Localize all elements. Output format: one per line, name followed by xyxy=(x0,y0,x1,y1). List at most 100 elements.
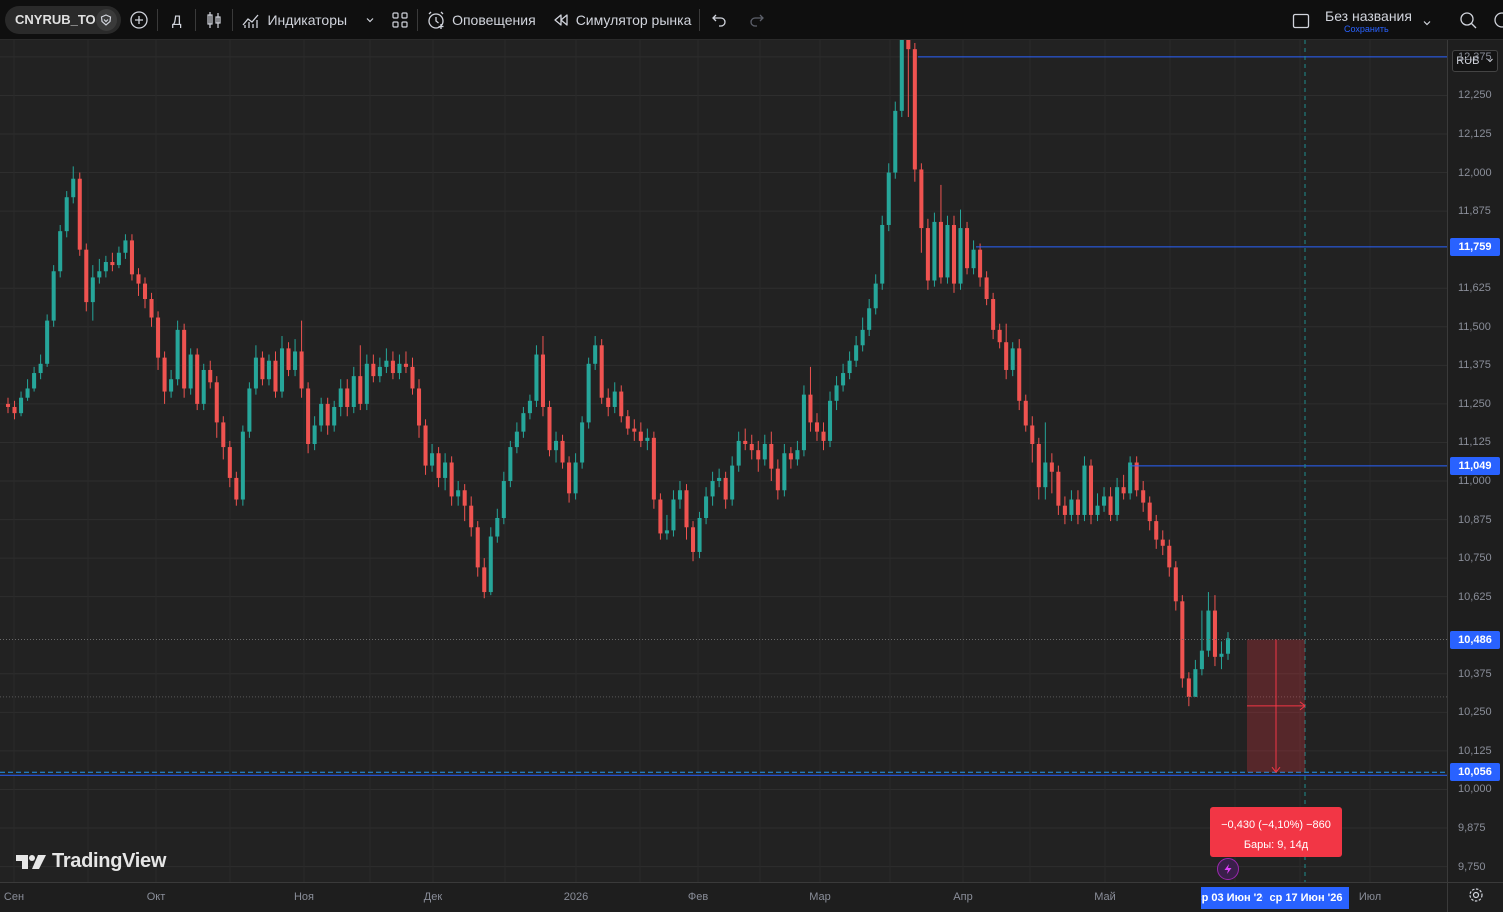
time-tick-label: Мар xyxy=(809,891,831,903)
plus-circle-icon xyxy=(129,10,149,30)
candle-body xyxy=(306,388,311,444)
replay-button[interactable]: Симулятор рынка xyxy=(544,0,700,40)
candle-body xyxy=(893,110,898,173)
candle-body xyxy=(77,178,82,250)
tradingview-logo[interactable]: TradingView xyxy=(16,850,166,873)
candle-body xyxy=(814,422,820,432)
candle-body xyxy=(1141,490,1146,503)
candle-body xyxy=(136,274,141,284)
price-tag: 11,049 xyxy=(1450,456,1500,475)
price-tick-label: 10,375 xyxy=(1458,667,1492,680)
candle-body xyxy=(240,431,245,500)
candle-body xyxy=(691,527,696,552)
shield-icon[interactable] xyxy=(95,8,117,31)
lightning-icon[interactable] xyxy=(1217,858,1239,880)
candle-body xyxy=(397,363,402,374)
candle-body xyxy=(1147,502,1152,522)
candle-body xyxy=(32,373,37,389)
scale-settings-button[interactable] xyxy=(1447,882,1503,912)
interval-button[interactable]: Д xyxy=(158,0,195,40)
candle-body xyxy=(5,403,11,407)
redo-button[interactable] xyxy=(738,0,776,40)
candle-body xyxy=(580,422,585,463)
candle-body xyxy=(769,443,774,469)
layouts-button[interactable] xyxy=(383,0,417,40)
candle-body xyxy=(788,453,793,460)
chevron-down-icon[interactable] xyxy=(365,15,375,25)
time-tick-label: Июл xyxy=(1358,891,1382,903)
candle-body xyxy=(1043,462,1048,488)
fullscreen-toggle-icon[interactable] xyxy=(1292,12,1310,35)
candle-body xyxy=(508,447,513,482)
layout-name[interactable]: Без названия xyxy=(1325,8,1412,24)
time-tick-label: Май xyxy=(1094,891,1116,903)
candle-body xyxy=(1160,539,1165,546)
candle-body xyxy=(443,462,448,478)
candle-body xyxy=(390,360,395,374)
alerts-label: Оповещения xyxy=(452,11,536,28)
price-tick-label: 12,000 xyxy=(1458,166,1492,179)
indicators-button[interactable]: Индикаторы xyxy=(233,0,383,40)
candle-body xyxy=(612,391,617,407)
candle-body xyxy=(279,348,285,392)
chart-style-button[interactable] xyxy=(196,0,232,40)
rewind-icon xyxy=(552,11,570,29)
save-layout-link[interactable]: Сохранить xyxy=(1344,24,1389,34)
candle-body xyxy=(736,440,741,466)
candle-body xyxy=(1004,342,1009,370)
price-scale[interactable]: RUB 12,375 12,250 12,125 12,000 11,875 11,625… xyxy=(1447,40,1503,882)
candle-body xyxy=(123,240,128,253)
chevron-down-icon[interactable] xyxy=(1422,15,1432,33)
candle-body xyxy=(756,450,761,460)
settings-gear-icon[interactable] xyxy=(1492,10,1503,35)
candle-body xyxy=(1219,653,1224,657)
candle-body xyxy=(945,224,950,278)
gear-icon xyxy=(1468,887,1484,908)
candle-body xyxy=(195,354,200,404)
candle-body xyxy=(854,345,859,361)
time-scale[interactable]: Июл Май Апр Мар Фев 2026 Дек Ноя Окт Сен ср 03 Ию… xyxy=(0,882,1447,912)
candle-body xyxy=(599,345,604,398)
alarm-clock-icon xyxy=(426,10,446,30)
candle-body xyxy=(1088,465,1094,515)
quick-search-icon[interactable] xyxy=(1458,10,1478,35)
candle-body xyxy=(182,329,187,389)
candle-body xyxy=(371,363,376,377)
candle-body xyxy=(664,530,669,534)
candlestick-chart[interactable] xyxy=(0,40,1447,882)
candle-body xyxy=(847,360,852,374)
price-tick-label: 9,750 xyxy=(1458,860,1486,873)
price-tick-label: 11,250 xyxy=(1458,397,1491,410)
candle-body xyxy=(991,299,996,330)
candle-body xyxy=(462,490,467,506)
candle-body xyxy=(149,299,154,318)
candle-body xyxy=(1212,610,1217,657)
indicators-label: Индикаторы xyxy=(267,11,348,28)
compare-symbol-button[interactable] xyxy=(121,0,157,40)
candle-body xyxy=(919,169,924,229)
candle-body xyxy=(116,252,121,266)
candle-body xyxy=(1017,348,1022,401)
candle-body xyxy=(1115,487,1120,515)
candle-body xyxy=(658,499,663,534)
candle-body xyxy=(925,228,930,281)
candle-body xyxy=(1154,521,1159,540)
alerts-button[interactable]: Оповещения xyxy=(418,0,544,40)
candle-body xyxy=(234,477,239,500)
candle-body xyxy=(293,351,298,370)
candle-body xyxy=(1193,669,1198,697)
candle-body xyxy=(410,366,415,389)
price-tick-label: 10,000 xyxy=(1458,783,1492,796)
candle-body xyxy=(19,397,24,414)
candle-body xyxy=(743,440,748,444)
redo-icon xyxy=(748,11,766,29)
candle-body xyxy=(175,329,180,380)
symbol-search-button[interactable]: CNYRUB_TOM xyxy=(5,5,121,34)
undo-button[interactable] xyxy=(700,0,738,40)
candle-body xyxy=(488,536,493,593)
candle-body xyxy=(1075,499,1080,515)
chart-canvas[interactable]: −0,430 (−4,10%) −860 Бары: 9, 14д xyxy=(0,40,1447,882)
replay-label: Симулятор рынка xyxy=(575,11,692,28)
candle-body xyxy=(12,406,17,414)
candle-body xyxy=(899,40,904,111)
